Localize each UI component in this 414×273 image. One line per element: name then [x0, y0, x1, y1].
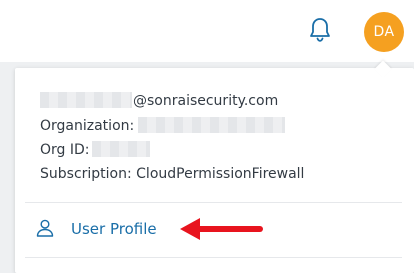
org-id-row: Org ID:: [40, 140, 150, 158]
redacted-username: [40, 91, 132, 108]
organization-row: Organization:: [40, 116, 286, 134]
arrow-left-icon: [180, 218, 263, 240]
bell-icon[interactable]: [308, 17, 332, 43]
menu-divider: [25, 257, 402, 258]
email-domain: @sonraisecurity.com: [133, 93, 279, 109]
user-email: @sonraisecurity.com: [40, 91, 279, 109]
top-bar: DA: [0, 0, 414, 62]
user-icon: [36, 219, 54, 237]
avatar[interactable]: DA: [364, 12, 404, 52]
menu-divider: [25, 202, 402, 203]
org-id-label: Org ID:: [40, 142, 90, 158]
redacted-organization: [138, 116, 286, 133]
subscription-row: Subscription: CloudPermissionFirewall: [40, 166, 305, 182]
organization-label: Organization:: [40, 118, 135, 134]
redacted-org-id: [91, 140, 150, 157]
user-profile-label: User Profile: [71, 220, 157, 238]
